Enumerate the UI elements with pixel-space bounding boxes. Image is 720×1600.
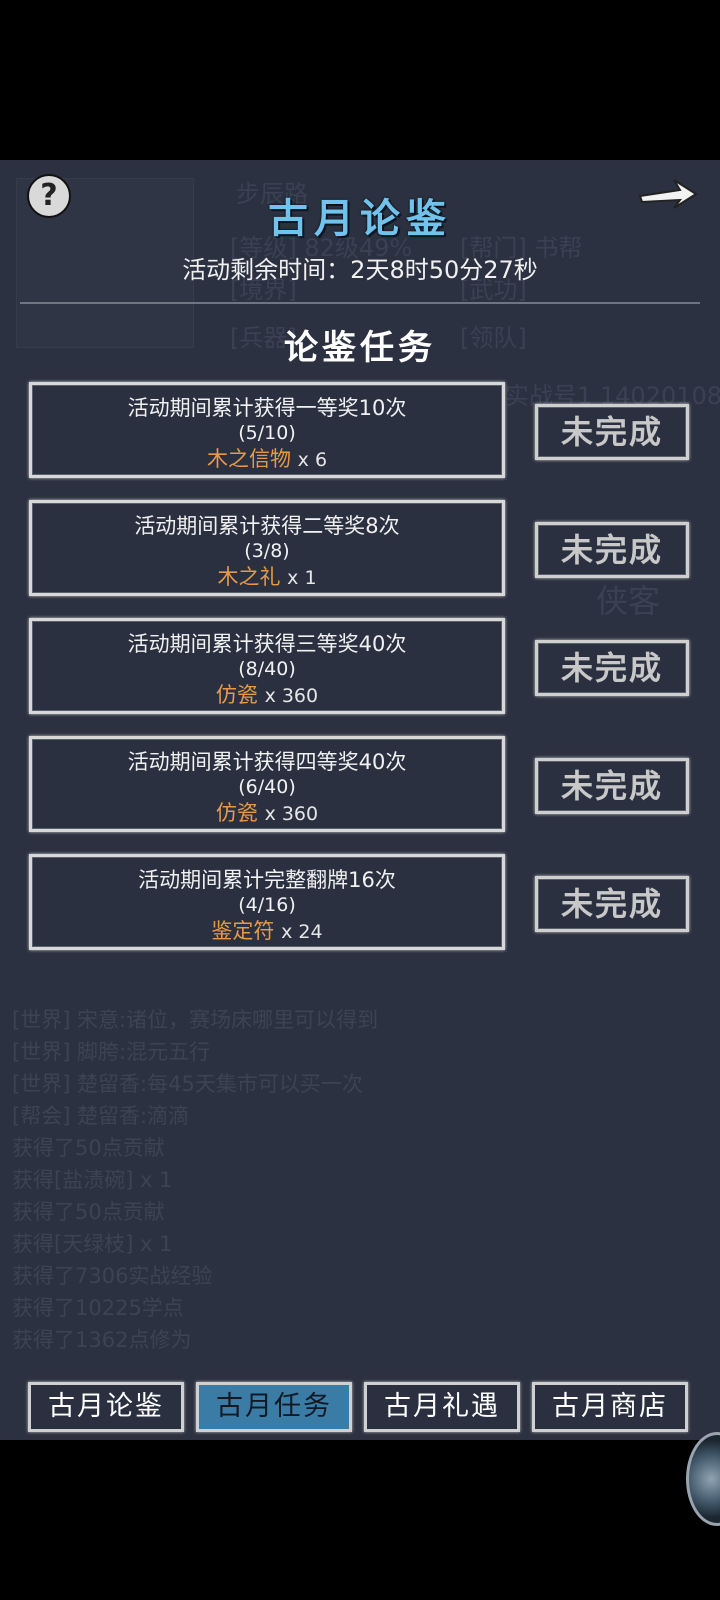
- task-card: 活动期间累计获得三等奖40次 (8/40) 仿瓷 x 360: [29, 618, 505, 714]
- task-reward: 鉴定符 x 24: [32, 917, 502, 946]
- task-card: 活动期间累计获得四等奖40次 (6/40) 仿瓷 x 360: [29, 736, 505, 832]
- task-description: 活动期间累计获得二等奖8次: [134, 514, 400, 538]
- bottom-tab-bar: 古月论鉴 古月任务 古月礼遇 古月商店: [0, 1382, 720, 1436]
- task-description: 活动期间累计完整翻牌16次: [138, 868, 396, 892]
- task-status-button[interactable]: 未完成: [535, 404, 689, 460]
- background-log-line: 获得了1362点修为: [12, 1328, 192, 1352]
- background-log-line: 获得[盐渍碗] x 1: [12, 1168, 173, 1192]
- task-description: 活动期间累计获得一等奖10次: [127, 396, 407, 420]
- task-description: 活动期间累计获得三等奖40次: [127, 632, 407, 656]
- reward-item-name: 仿瓷: [215, 801, 258, 825]
- background-log-line: [世界] 宋意:诸位，赛场床哪里可以得到: [12, 1008, 379, 1032]
- reward-quantity: x 360: [264, 803, 319, 825]
- task-reward: 木之信物 x 6: [32, 445, 502, 474]
- ghost-text: 侠客: [596, 582, 661, 620]
- task-card: 活动期间累计获得一等奖10次 (5/10) 木之信物 x 6: [29, 382, 505, 478]
- task-status-button[interactable]: 未完成: [535, 758, 689, 814]
- task-reward: 木之礼 x 1: [32, 563, 502, 592]
- task-reward: 仿瓷 x 360: [32, 681, 502, 710]
- task-status-button[interactable]: 未完成: [535, 640, 689, 696]
- task-status-button[interactable]: 未完成: [535, 876, 689, 932]
- reward-quantity: x 1: [287, 567, 317, 589]
- tab-gu-yue-lun-jian[interactable]: 古月论鉴: [28, 1382, 184, 1432]
- task-progress: (6/40): [238, 776, 296, 798]
- activity-panel: 步辰路 [等级] 82级49% [帮门] 书帮 [境界] [武功] [兵器] […: [0, 160, 720, 1440]
- reward-item-name: 鉴定符: [211, 919, 275, 943]
- background-log-line: 获得了50点贡献: [12, 1136, 165, 1160]
- reward-quantity: x 360: [264, 685, 319, 707]
- countdown-timer: 活动剩余时间：2天8时50分27秒: [182, 256, 538, 284]
- background-log-line: 获得了50点贡献: [12, 1200, 165, 1224]
- task-card: 活动期间累计完整翻牌16次 (4/16) 鉴定符 x 24: [29, 854, 505, 950]
- section-title: 论鉴任务: [284, 328, 436, 368]
- task-reward: 仿瓷 x 360: [32, 799, 502, 828]
- reward-quantity: x 24: [281, 921, 323, 943]
- background-log-line: 获得了10225学点: [12, 1296, 184, 1320]
- background-log-line: [世界] 楚留香:每45天集市可以买一次: [12, 1072, 363, 1096]
- reward-quantity: x 6: [297, 449, 328, 471]
- tab-gu-yue-ren-wu[interactable]: 古月任务: [196, 1382, 352, 1432]
- task-progress: (5/10): [238, 422, 296, 444]
- reward-item-name: 木之信物: [206, 447, 291, 471]
- task-status-button[interactable]: 未完成: [535, 522, 689, 578]
- floating-avatar-icon[interactable]: [686, 1432, 720, 1526]
- page-title: 古月论鉴: [268, 195, 452, 242]
- task-progress: (3/8): [244, 540, 290, 562]
- reward-item-name: 木之礼: [217, 565, 281, 589]
- task-card: 活动期间累计获得二等奖8次 (3/8) 木之礼 x 1: [29, 500, 505, 596]
- background-log-line: [帮会] 楚留香:滴滴: [12, 1104, 190, 1128]
- task-progress: (4/16): [238, 894, 296, 916]
- background-log-line: 获得[天绿枝] x 1: [12, 1232, 173, 1256]
- task-description: 活动期间累计获得四等奖40次: [127, 750, 407, 774]
- tab-gu-yue-li-yu[interactable]: 古月礼遇: [364, 1382, 520, 1432]
- background-log-line: [世界] 脚胯:混元五行: [12, 1040, 211, 1064]
- divider: [20, 302, 700, 304]
- task-progress: (8/40): [238, 658, 296, 680]
- tab-gu-yue-shang-dian[interactable]: 古月商店: [532, 1382, 688, 1432]
- background-log-line: 获得了7306实战经验: [12, 1264, 213, 1288]
- reward-item-name: 仿瓷: [215, 683, 258, 707]
